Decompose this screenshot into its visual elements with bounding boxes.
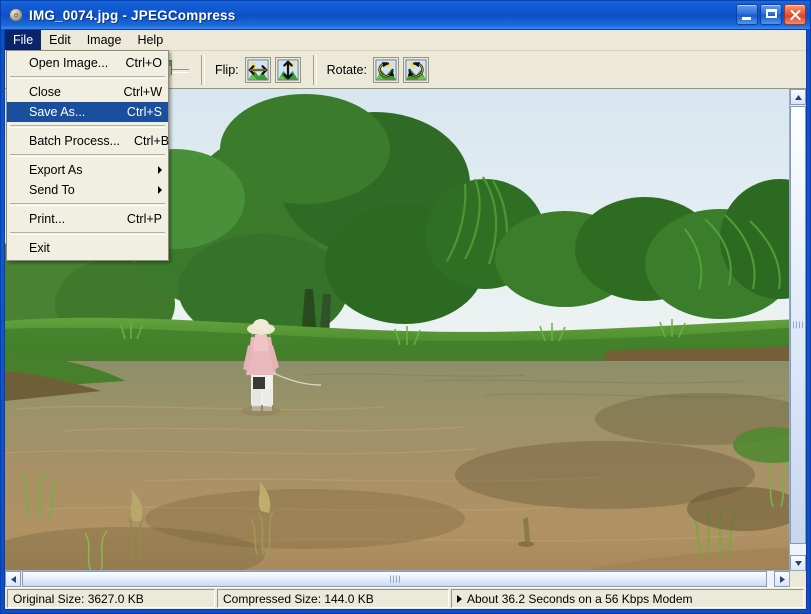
app-disk-icon	[7, 6, 25, 24]
status-bar: Original Size: 3627.0 KB Compressed Size…	[5, 587, 806, 609]
menu-edit[interactable]: Edit	[41, 30, 79, 50]
title-bar: IMG_0074.jpg - JPEGCompress	[1, 1, 810, 29]
menu-item-print[interactable]: Print... Ctrl+P	[7, 209, 168, 229]
menu-help[interactable]: Help	[129, 30, 171, 50]
menu-separator	[10, 203, 165, 206]
rotate-left-icon	[375, 58, 397, 81]
menu-bar: File Edit Image Help	[5, 30, 806, 51]
scroll-down-button[interactable]	[790, 555, 806, 571]
menu-item-accel: Ctrl+B	[134, 134, 170, 148]
flip-vertical-icon	[277, 58, 299, 81]
menu-item-accel: Ctrl+S	[126, 105, 162, 119]
menu-item-open-image[interactable]: Open Image... Ctrl+O	[7, 53, 168, 73]
menu-item-label: Batch Process...	[29, 134, 121, 148]
menu-item-label: Open Image...	[29, 56, 109, 70]
menu-item-save-as[interactable]: Save As... Ctrl+S	[7, 102, 168, 122]
menu-item-accel: Ctrl+O	[125, 56, 162, 70]
flip-vertical-button[interactable]	[274, 56, 301, 83]
title-bar-buttons	[736, 4, 806, 25]
flip-horizontal-icon	[247, 58, 269, 81]
client-area: File Edit Image Help Flip: Rotate: Origi…	[4, 29, 807, 610]
submenu-arrow-icon	[158, 186, 162, 194]
play-triangle-icon	[457, 594, 462, 603]
toolbar-separator-2	[312, 54, 317, 85]
scroll-up-button[interactable]	[790, 89, 806, 105]
menu-separator	[10, 125, 165, 128]
rotate-right-icon	[405, 58, 427, 81]
submenu-arrow-icon	[158, 166, 162, 174]
toolbar-separator-1	[201, 54, 205, 85]
window-title: IMG_0074.jpg - JPEGCompress	[29, 7, 236, 23]
rotate-label: Rotate:	[326, 62, 367, 77]
horizontal-scroll-thumb[interactable]	[22, 571, 767, 587]
menu-item-label: Export As	[29, 163, 83, 177]
menu-item-accel: Ctrl+P	[126, 212, 162, 226]
horizontal-scrollbar[interactable]	[5, 570, 790, 587]
menu-item-batch-process[interactable]: Batch Process... Ctrl+B	[7, 131, 170, 151]
menu-image[interactable]: Image	[79, 30, 130, 50]
menu-separator	[10, 232, 165, 235]
menu-item-label: Save As...	[29, 105, 86, 119]
menu-separator	[10, 76, 165, 79]
vertical-scroll-thumb[interactable]	[790, 106, 806, 544]
flip-label: Flip:	[215, 62, 239, 77]
scroll-left-button[interactable]	[5, 571, 21, 587]
rotate-left-button[interactable]	[372, 56, 399, 83]
menu-item-label: Close	[29, 85, 61, 99]
status-compressed-size: Compressed Size: 144.0 KB	[217, 589, 449, 608]
status-modem-estimate[interactable]: About 36.2 Seconds on a 56 Kbps Modem	[451, 589, 804, 608]
maximize-button[interactable]	[760, 4, 782, 25]
scroll-right-button[interactable]	[774, 571, 790, 587]
menu-item-export-as[interactable]: Export As	[7, 160, 168, 180]
flip-horizontal-button[interactable]	[244, 56, 271, 83]
menu-item-exit[interactable]: Exit	[7, 238, 168, 258]
status-modem-label: About 36.2 Seconds on a 56 Kbps Modem	[467, 591, 693, 606]
status-original-size: Original Size: 3627.0 KB	[7, 589, 215, 608]
file-dropdown-menu[interactable]: Open Image... Ctrl+O Close Ctrl+W Save A…	[6, 50, 169, 261]
menu-item-send-to[interactable]: Send To	[7, 180, 168, 200]
close-button[interactable]	[784, 4, 806, 25]
menu-separator	[10, 154, 165, 157]
rotate-right-button[interactable]	[402, 56, 429, 83]
menu-item-label: Exit	[29, 241, 50, 255]
menu-item-close[interactable]: Close Ctrl+W	[7, 82, 168, 102]
menu-item-accel: Ctrl+W	[123, 85, 162, 99]
vertical-scrollbar[interactable]	[789, 89, 806, 571]
menu-item-label: Print...	[29, 212, 66, 226]
application-window: IMG_0074.jpg - JPEGCompress File Edit Im…	[0, 0, 811, 614]
scrollbar-corner	[789, 570, 806, 587]
menu-file[interactable]: File	[5, 30, 42, 50]
menu-item-label: Send To	[29, 183, 75, 197]
minimize-button[interactable]	[736, 4, 758, 25]
